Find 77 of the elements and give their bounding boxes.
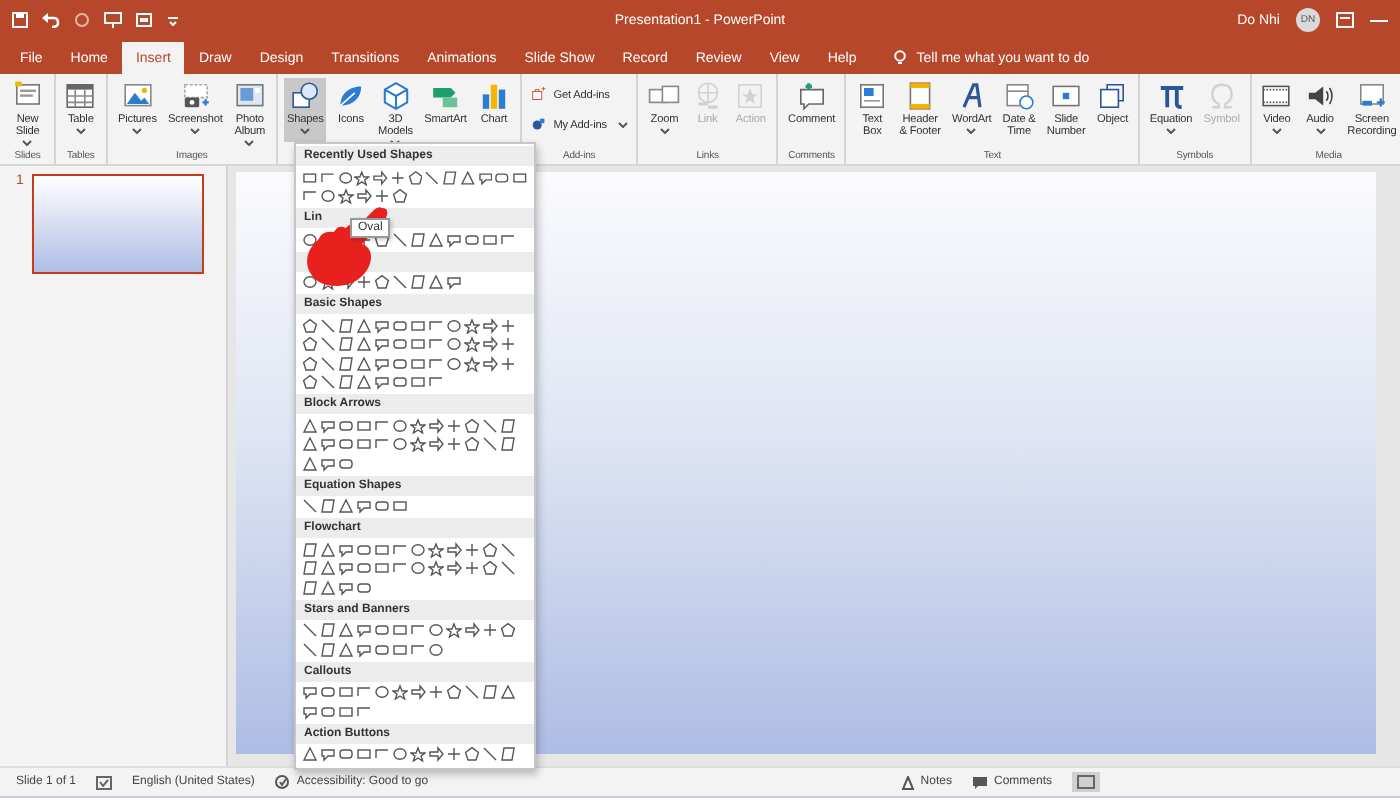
customize-icon[interactable]: [168, 15, 178, 25]
shape-icon[interactable]: [446, 746, 462, 763]
comment-icon: [795, 80, 828, 112]
normal-view-icon[interactable]: [1072, 772, 1100, 792]
shape-icon[interactable]: [428, 684, 444, 701]
screenshot-icon: [179, 80, 212, 112]
presenter-icon[interactable]: [104, 12, 122, 28]
shape-icon[interactable]: [338, 188, 354, 205]
screen-recording-icon: [1355, 80, 1388, 112]
shape-icon[interactable]: [464, 317, 480, 334]
table-icon: [64, 80, 97, 112]
shape-icon[interactable]: [500, 336, 516, 353]
caret-icon: [300, 128, 311, 135]
caret-icon: [618, 122, 629, 128]
shape-icon[interactable]: [464, 336, 480, 353]
spelling-icon[interactable]: [96, 775, 113, 789]
shape-icon[interactable]: [428, 541, 444, 558]
add-in-icon: [529, 116, 548, 134]
redo-icon[interactable]: [74, 12, 90, 28]
shape-icon[interactable]: [482, 622, 498, 639]
caret-icon: [1315, 128, 1326, 135]
caret-icon: [1271, 128, 1282, 135]
omega-icon: [1205, 80, 1238, 112]
shape-icon[interactable]: [354, 169, 371, 186]
shape-icon[interactable]: [446, 436, 462, 453]
shape-icon[interactable]: [428, 560, 444, 577]
undo-icon[interactable]: [42, 12, 60, 28]
shape-icon[interactable]: [446, 417, 462, 434]
store-icon: [529, 86, 548, 104]
lightbulb-icon: [894, 50, 907, 66]
shape-icon[interactable]: [392, 684, 408, 701]
notes-icon: [902, 775, 915, 789]
shape-icon[interactable]: [500, 355, 516, 372]
shape-icon[interactable]: [464, 622, 480, 639]
calendar-icon: [1003, 80, 1036, 112]
picture-icon: [121, 80, 154, 112]
leaf-icon: [334, 80, 367, 112]
shape-icon[interactable]: [302, 231, 318, 248]
caret-icon: [190, 128, 201, 135]
shape-icon[interactable]: [464, 541, 480, 558]
object-icon: [1096, 80, 1129, 112]
film-icon: [1260, 80, 1293, 112]
accessibility-icon: [274, 774, 291, 790]
caret-icon: [966, 128, 977, 135]
shape-icon[interactable]: [410, 417, 426, 434]
pi-icon: [1155, 80, 1188, 112]
photo-album-icon: [233, 80, 266, 112]
shape-icon[interactable]: [500, 622, 516, 639]
save-icon[interactable]: [12, 12, 28, 28]
shape-icon[interactable]: [464, 560, 480, 577]
shape-icon[interactable]: [446, 622, 462, 639]
caret-icon: [22, 140, 33, 147]
shape-icon[interactable]: [410, 436, 426, 453]
shape-icon[interactable]: [410, 746, 426, 763]
shapes-icon: [289, 80, 322, 112]
slide-thumbnail[interactable]: [31, 174, 204, 274]
shape-icon[interactable]: [410, 684, 426, 701]
shape-icon[interactable]: [356, 274, 372, 291]
slides-icon[interactable]: [136, 12, 154, 28]
text-box-icon: [856, 80, 889, 112]
minimize-icon[interactable]: [1370, 17, 1388, 23]
shape-icon[interactable]: [500, 317, 516, 334]
shape-icon[interactable]: [374, 188, 390, 205]
chart-icon: [477, 80, 510, 112]
caret-icon: [244, 140, 255, 147]
shape-icon[interactable]: [389, 169, 406, 186]
cube-icon: [379, 80, 412, 112]
slide-number-icon: [1050, 80, 1083, 112]
shape-icon[interactable]: [428, 746, 444, 763]
shape-icon[interactable]: [302, 274, 318, 291]
caret-icon: [75, 128, 86, 135]
caret-icon: [132, 128, 143, 135]
caret-icon: [659, 128, 670, 135]
shape-icon[interactable]: [464, 355, 480, 372]
ribbon-display-icon[interactable]: [1336, 12, 1354, 28]
caret-icon: [1166, 128, 1177, 135]
comment-icon: [971, 775, 988, 789]
